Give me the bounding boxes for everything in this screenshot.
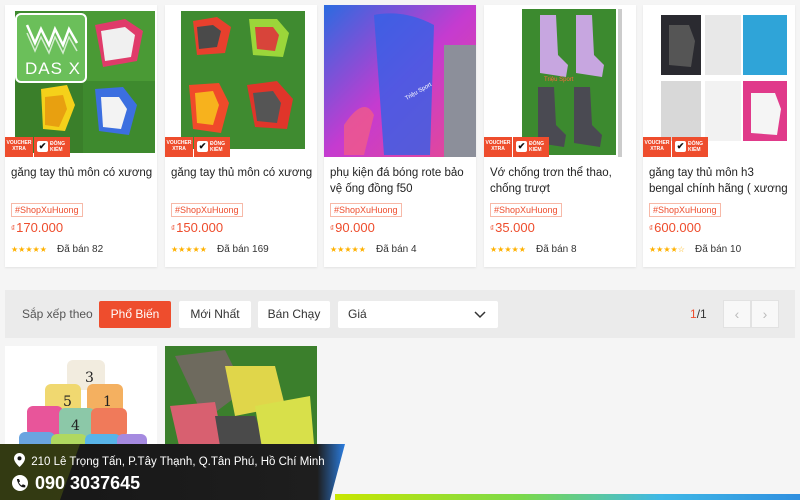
tape-number: 4 [71, 418, 80, 434]
tape-number: 5 [63, 394, 72, 410]
voucher-badge: VOUCHER XTRA [5, 137, 33, 157]
check-icon: ✔ [675, 141, 686, 152]
product-grid: DAS X VOUCHER XTRA ✔ ĐÓNG KIỂM găng tay t… [5, 5, 795, 267]
product-image[interactable]: DAS X VOUCHER XTRA ✔ ĐÓNG KIỂM [5, 5, 157, 157]
logo-mark-icon [25, 24, 79, 55]
footer-accent-bar [335, 494, 800, 500]
check-icon: ✔ [516, 141, 527, 152]
shop-tag: #ShopXuHuong [490, 203, 562, 217]
product-image[interactable]: VOUCHER XTRA ✔ ĐÓNG KIỂM [165, 5, 317, 157]
price-sort-label: Giá [348, 307, 367, 321]
product-image[interactable]: Triệu Sport VOUCHER XTRA ✔ ĐÓNG KIỂM [484, 5, 636, 157]
product-card[interactable]: DAS X VOUCHER XTRA ✔ ĐÓNG KIỂM găng tay t… [5, 5, 157, 267]
contact-footer: 210 Lê Trọng Tấn, P.Tây Thạnh, Q.Tân Phú… [0, 444, 345, 500]
sort-newest-button[interactable]: Mới Nhất [179, 301, 251, 328]
voucher-badge: VOUCHER XTRA [165, 137, 193, 157]
product-card[interactable]: Triệu Sport phụ kiện đá bóng rote bảo vệ… [324, 5, 476, 267]
product-title[interactable]: phụ kiện đá bóng rote bảo vệ ống đồng f5… [330, 165, 472, 199]
shop-tag: #ShopXuHuong [649, 203, 721, 217]
tape-number: 1 [103, 394, 112, 410]
product-price: ₫90.000 [330, 220, 375, 235]
prev-page-button[interactable]: ‹ [723, 300, 751, 328]
sort-bar: Sắp xếp theo Phổ Biến Mới Nhất Bán Chạy … [5, 290, 795, 338]
product-price: ₫170.000 [11, 220, 64, 235]
check-icon: ✔ [197, 141, 208, 152]
voucher-badge: VOUCHER XTRA [643, 137, 671, 157]
product-price: ₫600.000 [649, 220, 702, 235]
product-card[interactable]: VOUCHER XTRA ✔ ĐÓNG KIỂM găng tay thủ môn… [643, 5, 795, 267]
phone-row[interactable]: 090 3037645 [12, 473, 140, 494]
check-badge: ✔ ĐÓNG KIỂM [194, 137, 230, 157]
logo-text: DAS X [25, 59, 82, 78]
phone-icon [12, 475, 28, 491]
location-pin-icon [14, 453, 25, 467]
check-icon: ✔ [37, 141, 48, 152]
product-title[interactable]: Vớ chống trơn thể thao, chống trượt [490, 165, 632, 199]
chevron-right-icon: › [762, 306, 768, 322]
voucher-badge: VOUCHER XTRA [484, 137, 512, 157]
shop-tag: #ShopXuHuong [171, 203, 243, 217]
product-price: ₫150.000 [171, 220, 224, 235]
tape-number: 3 [85, 370, 94, 386]
shop-tag: #ShopXuHuong [11, 203, 83, 217]
product-card[interactable]: Triệu Sport VOUCHER XTRA ✔ ĐÓNG KIỂM Vớ c… [484, 5, 636, 267]
sold-count: Đã bán 169 [217, 244, 269, 255]
star-rating-icon: ★★★★★ [11, 245, 47, 254]
chevron-down-icon [474, 311, 486, 319]
address-text: 210 Lê Trọng Tấn, P.Tây Thạnh, Q.Tân Phú… [31, 456, 325, 468]
phone-number[interactable]: 090 3037645 [35, 473, 140, 493]
page-indicator: 1/1 [690, 307, 707, 321]
address-row: 210 Lê Trọng Tấn, P.Tây Thạnh, Q.Tân Phú… [14, 453, 325, 468]
product-title[interactable]: găng tay thủ môn có xương [11, 165, 153, 199]
next-page-button[interactable]: › [751, 300, 779, 328]
sold-count: Đã bán 10 [695, 244, 742, 255]
sort-popular-button[interactable]: Phổ Biến [99, 301, 171, 328]
product-price: ₫35.000 [490, 220, 535, 235]
sort-bestseller-button[interactable]: Bán Chạy [258, 301, 330, 328]
star-rating-icon: ★★★★★ [171, 245, 207, 254]
logo: DAS X [15, 13, 87, 83]
star-rating-icon: ★★★★★ [490, 245, 526, 254]
sold-count: Đã bán 8 [536, 244, 577, 255]
product-card[interactable]: VOUCHER XTRA ✔ ĐÓNG KIỂM găng tay thủ môn… [165, 5, 317, 267]
sort-label: Sắp xếp theo [22, 307, 93, 321]
price-sort-select[interactable]: Giá [338, 301, 498, 328]
chevron-left-icon: ‹ [734, 306, 740, 322]
check-badge: ✔ ĐÓNG KIỂM [672, 137, 708, 157]
sold-count: Đã bán 4 [376, 244, 417, 255]
product-image[interactable]: Triệu Sport [324, 5, 476, 157]
product-image[interactable]: VOUCHER XTRA ✔ ĐÓNG KIỂM [643, 5, 795, 157]
sold-count: Đã bán 82 [57, 244, 104, 255]
shop-tag: #ShopXuHuong [330, 203, 402, 217]
image-watermark: Triệu Sport [544, 77, 574, 83]
check-badge: ✔ ĐÓNG KIỂM [513, 137, 549, 157]
product-title[interactable]: găng tay thủ môn h3 bengal chính hãng ( … [649, 165, 791, 199]
star-rating-icon: ★★★★☆ [649, 245, 685, 254]
product-title[interactable]: găng tay thủ môn có xương [171, 165, 313, 199]
check-badge: ✔ ĐÓNG KIỂM [34, 137, 70, 157]
star-rating-icon: ★★★★★ [330, 245, 366, 254]
